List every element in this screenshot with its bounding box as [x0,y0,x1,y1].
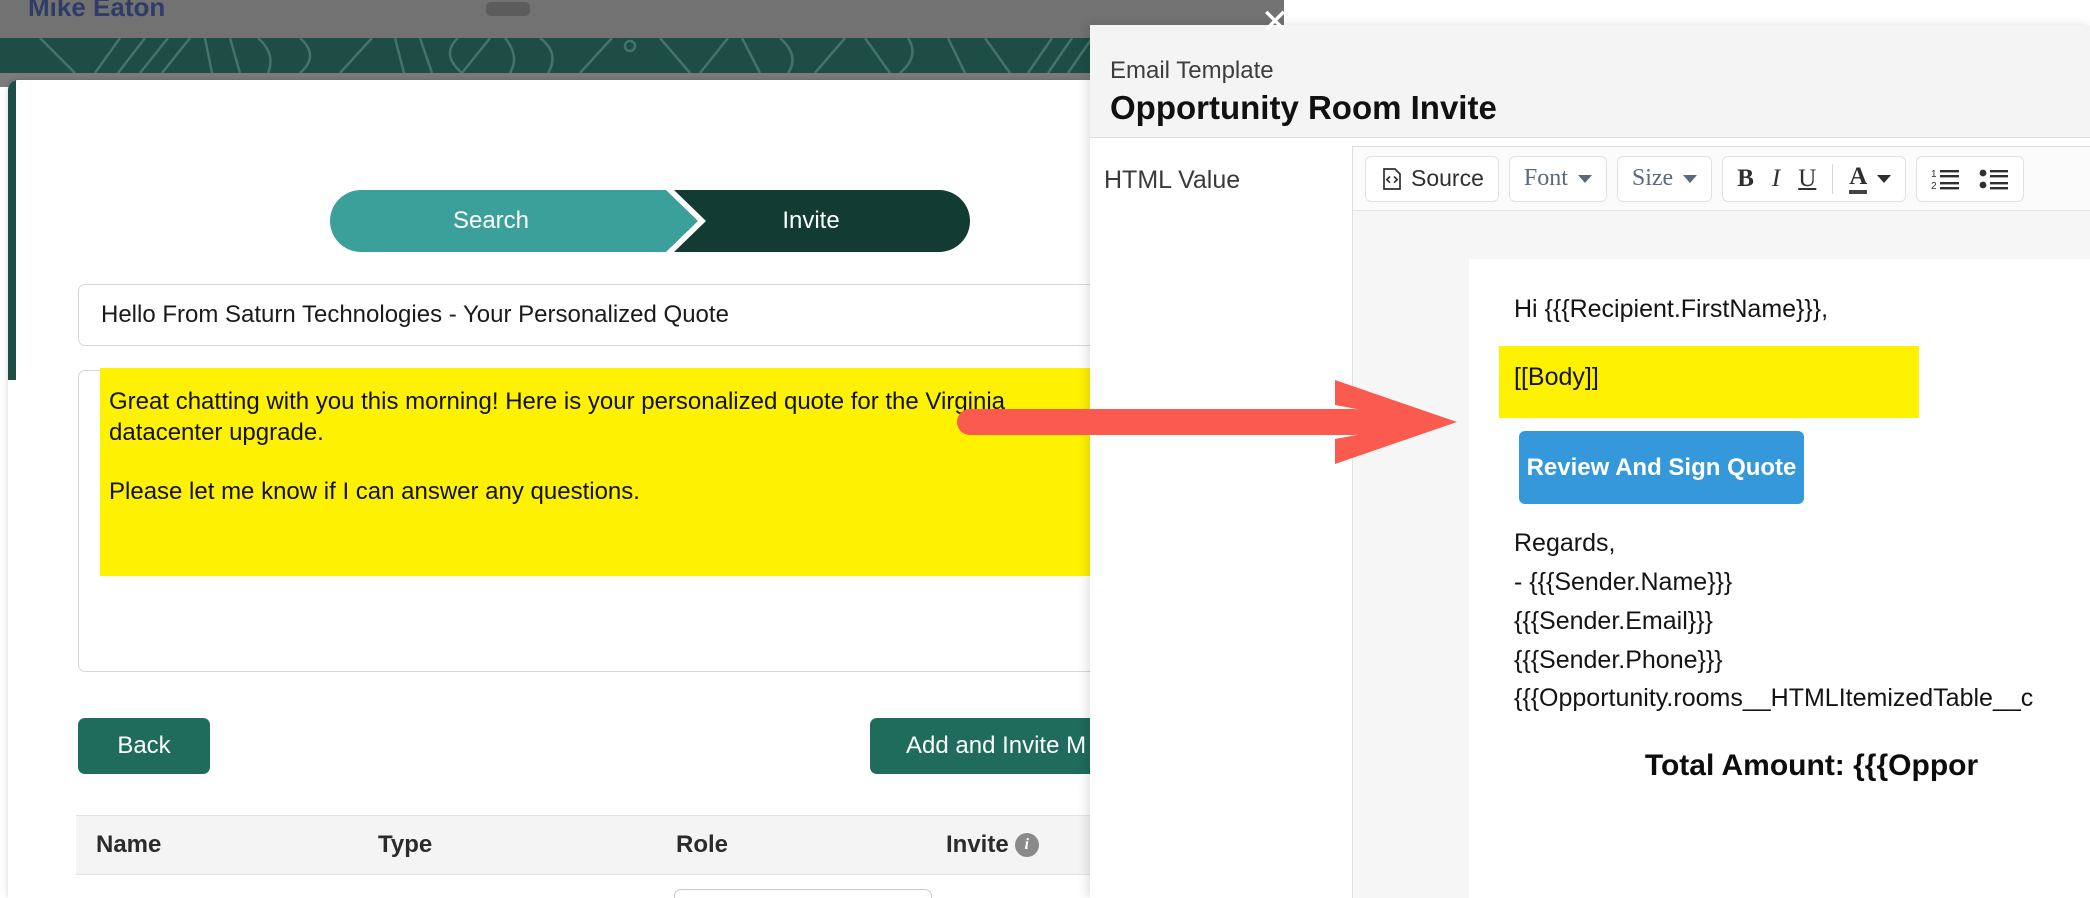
bulleted-list-icon [1979,169,2009,189]
email-itemized-table-token: {{{Opportunity.rooms__HTMLItemizedTable_… [1514,684,2034,712]
column-header-invite: Invite i [946,816,1039,874]
toolbar-group-formatting: B I U A [1722,155,1907,202]
text-color-label: A [1849,163,1868,194]
message-paragraph-1: Great chatting with you this morning! He… [109,388,1006,446]
toolbar-divider [1832,163,1834,194]
column-header-type: Type [378,831,433,858]
subject-input[interactable]: Hello From Saturn Technologies - Your Pe… [78,284,1228,346]
chevron-down-icon [1877,174,1892,183]
font-dropdown-label: Font [1523,165,1568,191]
chevron-down-icon [1577,174,1592,183]
tab-search[interactable]: Search [330,190,652,252]
modal-body: HTML Value Source Font Size B I U A 1 2 … [1090,138,2090,898]
italic-button[interactable]: I [1766,158,1786,200]
column-header-invite-label: Invite [946,831,1009,858]
review-and-sign-quote-button[interactable]: Review And Sign Quote [1519,431,1804,504]
numbered-list-button[interactable]: 1 2 [1925,158,1967,200]
info-icon[interactable]: i [1014,833,1039,857]
role-select[interactable]: Collaborator ▲▼ [674,889,932,898]
column-header-name: Name [96,831,162,858]
toolbar-group-size: Size [1616,155,1713,202]
email-template-modal: Email Template Opportunity Room Invite H… [1090,25,2090,898]
recipients-table-header: Name Type Role Invitei Se [76,815,1236,875]
page-title: Opportunity Room Invite [1110,89,1497,126]
back-button[interactable]: Back [78,718,210,774]
chevron-down-icon [1683,174,1698,183]
modal-header: Email Template Opportunity Room Invite [1090,25,2090,138]
html-value-label: HTML Value [1104,166,1241,194]
source-button[interactable]: Source [1374,158,1490,200]
source-button-label: Source [1411,165,1484,191]
email-preview: Hi {{{Recipient.FirstName}}}, [[Body]] R… [1469,259,2090,898]
close-icon[interactable]: ✕ [1258,5,1292,39]
text-color-button[interactable]: A [1843,158,1897,200]
svg-text:1: 1 [1931,169,1937,180]
bold-button[interactable]: B [1731,158,1760,200]
message-text: Great chatting with you this morning! He… [109,386,1109,507]
row-name-link[interactable]: Andy Young [96,873,224,898]
row-type: Contact [378,873,461,898]
svg-text:2: 2 [1931,181,1937,192]
table-row: Andy Young Contact Collaborator ▲▼ ✔ [76,873,1236,898]
source-code-icon [1383,167,1401,190]
wizard-steps: Search Invite [330,190,970,252]
font-dropdown[interactable]: Font [1518,158,1598,200]
modal-eyebrow: Email Template [1110,57,1274,84]
message-paragraph-2: Please let me know if I can answer any q… [109,478,640,505]
editor-canvas[interactable]: Hi {{{Recipient.FirstName}}}, [[Body]] R… [1353,211,2090,898]
bulleted-list-button[interactable] [1973,158,2015,200]
size-dropdown[interactable]: Size [1626,158,1703,200]
editor-toolbar: Source Font Size B I U A 1 2 [1353,147,2090,211]
underline-button[interactable]: U [1792,158,1822,200]
email-signature: Regards, - {{{Sender.Name}}} {{{Sender.E… [1514,529,1733,674]
email-greeting: Hi {{{Recipient.FirstName}}}, [1514,295,1829,323]
numbered-list-icon: 1 2 [1931,169,1960,192]
column-header-role: Role [676,831,729,858]
toolbar-group-font: Font [1508,155,1607,202]
browser-chrome-pill [486,2,530,16]
rich-text-editor: Source Font Size B I U A 1 2 Hi {{{Recip… [1352,146,2090,898]
browser-tab-title: Mike Eaton [28,0,166,22]
email-body-token: [[Body]] [1514,363,1599,391]
toolbar-group-source: Source [1365,155,1499,202]
toolbar-group-lists: 1 2 [1916,155,2025,202]
email-total-amount: Total Amount: {{{Oppor [1644,749,1979,782]
panel-accent-strip [8,80,16,380]
tab-invite[interactable]: Invite [652,190,970,252]
size-dropdown-label: Size [1631,165,1674,191]
